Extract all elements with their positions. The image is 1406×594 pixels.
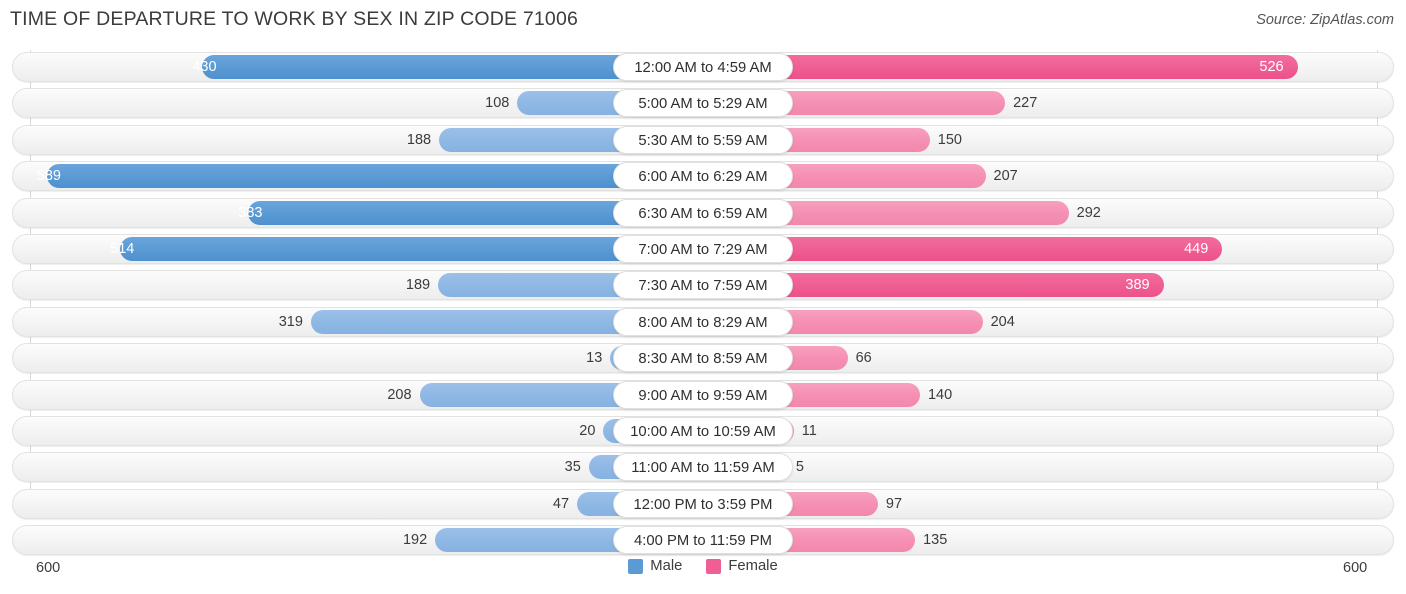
- chart-row: 192 135 4:00 PM to 11:59 PM: [12, 525, 1394, 556]
- category-label-pill: 8:30 AM to 8:59 AM: [613, 344, 793, 373]
- female-value-label: 97: [885, 495, 903, 512]
- male-value-label: 188: [406, 131, 432, 148]
- chart-row: 188 150 5:30 AM to 5:59 AM: [12, 124, 1394, 155]
- category-label-pill: 5:00 AM to 5:29 AM: [613, 89, 793, 118]
- chart-row: 319 204 8:00 AM to 8:29 AM: [12, 306, 1394, 337]
- chart-legend: Male Female: [0, 558, 1406, 574]
- category-label-pill: 6:00 AM to 6:29 AM: [613, 162, 793, 191]
- chart-row: 47 97 12:00 PM to 3:59 PM: [12, 488, 1394, 519]
- chart-row: 108 227 5:00 AM to 5:29 AM: [12, 88, 1394, 119]
- male-value-label: 319: [278, 313, 303, 330]
- male-value-label: 192: [402, 532, 428, 549]
- chart-row: 208 140 9:00 AM to 9:59 AM: [12, 379, 1394, 410]
- female-value-label: 389: [1125, 277, 1150, 294]
- chart-row: 514 449 7:00 AM to 7:29 AM: [12, 234, 1394, 264]
- chart-row: 383 292 6:30 AM to 6:59 AM: [12, 197, 1394, 228]
- category-label-pill: 8:00 AM to 8:29 AM: [613, 307, 793, 336]
- source-attribution: Source: ZipAtlas.com: [1256, 12, 1394, 28]
- chart-row: 35 5 11:00 AM to 11:59 AM: [12, 452, 1394, 483]
- legend-item[interactable]: Male: [628, 558, 682, 574]
- page-title: TIME OF DEPARTURE TO WORK BY SEX IN ZIP …: [10, 8, 579, 30]
- chart-row: 20 11 10:00 AM to 10:59 AM: [12, 416, 1394, 446]
- legend-label: Female: [728, 558, 778, 574]
- female-value-label: 204: [990, 313, 1015, 330]
- chart-row: 189 389 7:30 AM to 7:59 AM: [12, 270, 1394, 301]
- category-label-pill: 4:00 PM to 11:59 PM: [613, 526, 793, 555]
- male-value-label: 514: [110, 241, 135, 257]
- male-value-label: 189: [405, 277, 431, 294]
- male-value-label: 20: [579, 423, 596, 439]
- chart-row: 589 207 6:00 AM to 6:29 AM: [12, 161, 1394, 192]
- category-label-pill: 10:00 AM to 10:59 AM: [613, 417, 793, 445]
- female-value-label: 227: [1013, 95, 1038, 112]
- category-label-pill: 6:30 AM to 6:59 AM: [613, 198, 793, 227]
- female-value-label: 207: [993, 168, 1018, 185]
- female-value-label: 140: [927, 386, 953, 403]
- category-label-pill: 5:30 AM to 5:59 AM: [613, 125, 793, 154]
- chart-plot-area: 430 526 12:00 AM to 4:59 AM 108 227 5:00 AM t…: [0, 50, 1406, 556]
- female-value-label: 526: [1259, 59, 1284, 75]
- male-value-label: 35: [564, 459, 581, 476]
- male-value-label: 589: [36, 168, 61, 185]
- female-value-label: 66: [855, 350, 872, 367]
- female-value-label: 150: [937, 131, 962, 148]
- female-swatch: [706, 558, 722, 574]
- male-value-label: 208: [387, 386, 412, 403]
- category-label-pill: 7:30 AM to 7:59 AM: [613, 271, 793, 300]
- category-label-pill: 9:00 AM to 9:59 AM: [613, 380, 793, 409]
- male-value-label: 430: [192, 59, 217, 75]
- category-label-pill: 12:00 AM to 4:59 AM: [613, 53, 793, 81]
- category-label-pill: 7:00 AM to 7:29 AM: [613, 235, 793, 263]
- female-value-label: 292: [1076, 204, 1101, 221]
- category-label-pill: 11:00 AM to 11:59 AM: [613, 453, 793, 482]
- category-label-pill: 12:00 PM to 3:59 PM: [613, 489, 793, 518]
- male-value-label: 108: [485, 95, 510, 112]
- chart-row: 430 526 12:00 AM to 4:59 AM: [12, 52, 1394, 82]
- female-value-label: 5: [795, 459, 804, 476]
- female-value-label: 449: [1184, 241, 1209, 257]
- legend-label: Male: [650, 558, 683, 574]
- female-value-label: 11: [801, 423, 817, 439]
- chart-page: TIME OF DEPARTURE TO WORK BY SEX IN ZIP …: [0, 0, 1406, 594]
- male-value-label: 383: [238, 204, 263, 221]
- chart-row: 13 66 8:30 AM to 8:59 AM: [12, 343, 1394, 374]
- female-value-label: 135: [923, 532, 948, 549]
- male-value-label: 13: [586, 350, 603, 367]
- legend-item[interactable]: Female: [706, 558, 778, 574]
- male-swatch: [628, 558, 644, 574]
- male-value-label: 47: [552, 495, 570, 512]
